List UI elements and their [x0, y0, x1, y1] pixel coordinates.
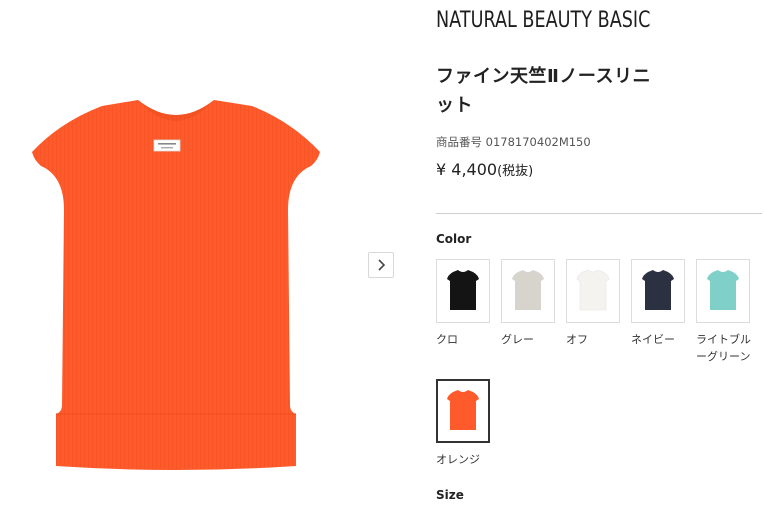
- color-swatch-thumb-selected[interactable]: [436, 379, 490, 443]
- size-heading: Size: [436, 488, 464, 502]
- product-photo: [32, 100, 320, 470]
- color-option-navy[interactable]: ネイビー: [631, 259, 685, 348]
- product-number: 商品番号 0178170402M150: [436, 134, 591, 150]
- color-option-label: ネイビー: [631, 333, 675, 346]
- color-heading: Color: [436, 232, 472, 246]
- shirt-thumbnail: [447, 390, 479, 430]
- shirt-thumbnail: [447, 270, 479, 310]
- color-option-gray[interactable]: グレー: [501, 259, 555, 348]
- next-image-button[interactable]: [368, 252, 394, 278]
- color-option-black[interactable]: クロ: [436, 259, 490, 348]
- tax-note: (税抜): [497, 164, 534, 179]
- product-title: ファイン天竺Ⅱノースリニット: [436, 66, 651, 116]
- color-option-label: オレンジ: [436, 453, 480, 466]
- color-option-light-blue-green[interactable]: ライトブルーグリーン: [696, 259, 751, 365]
- chevron-right-icon: [378, 259, 386, 271]
- product-gallery: [0, 0, 420, 515]
- product-number-label: 商品番号: [436, 135, 482, 149]
- product-price: ¥ 4,400(税抜): [436, 160, 533, 179]
- shirt-thumbnail: [512, 270, 544, 310]
- divider: [436, 213, 762, 214]
- color-option-off-white[interactable]: オフ: [566, 259, 620, 348]
- color-option-label: ライトブルーグリーン: [696, 333, 751, 363]
- product-number-value: 0178170402M150: [485, 135, 591, 149]
- color-option-label: クロ: [436, 333, 458, 346]
- price-value: ¥ 4,400: [436, 160, 498, 179]
- shirt-thumbnail: [707, 270, 739, 310]
- color-swatch-thumb[interactable]: [436, 259, 490, 323]
- color-option-label: オフ: [566, 333, 588, 346]
- brand-name: NATURAL BEAUTY BASIC: [436, 8, 651, 33]
- color-swatch-thumb[interactable]: [501, 259, 555, 323]
- shirt-thumbnail: [642, 270, 674, 310]
- color-swatch-thumb[interactable]: [696, 259, 750, 323]
- color-swatch-thumb[interactable]: [631, 259, 685, 323]
- shirt-thumbnail: [576, 270, 610, 311]
- color-option-label: グレー: [501, 333, 534, 346]
- color-option-orange[interactable]: オレンジ: [436, 379, 490, 468]
- color-swatch-thumb[interactable]: [566, 259, 620, 323]
